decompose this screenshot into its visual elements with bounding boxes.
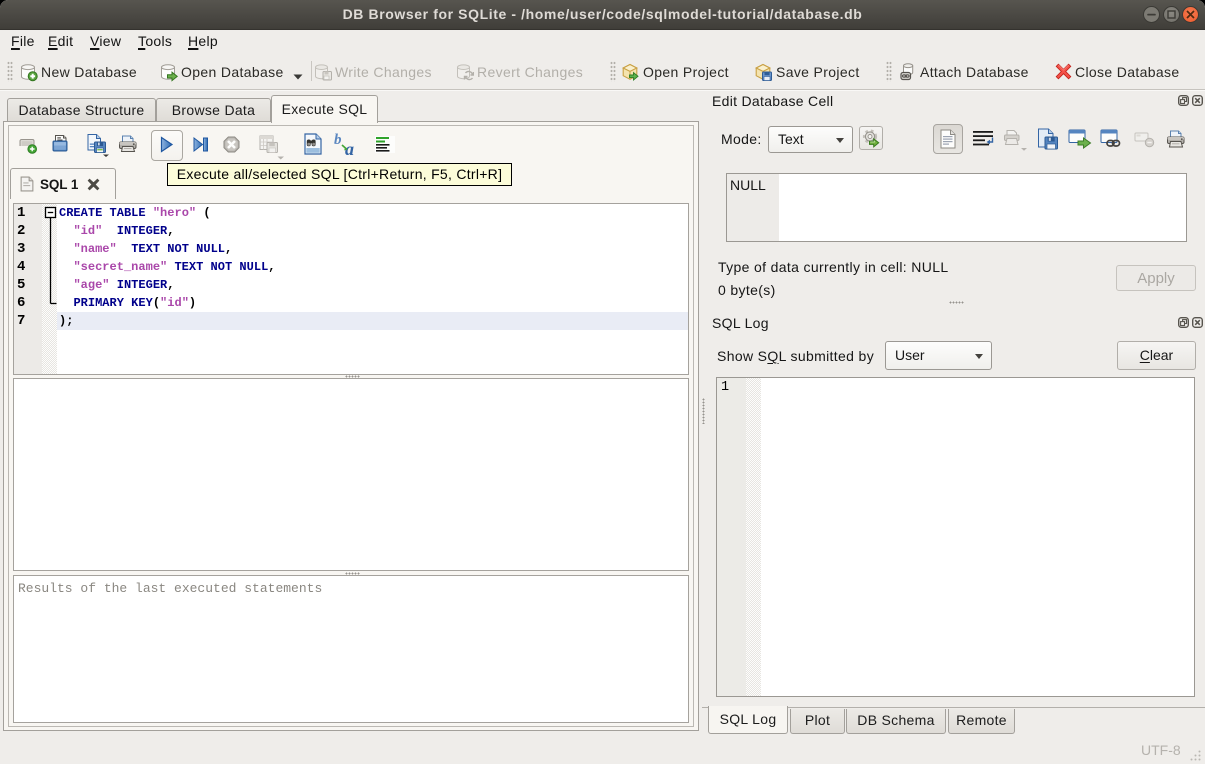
svg-text:b: b: [334, 132, 342, 148]
